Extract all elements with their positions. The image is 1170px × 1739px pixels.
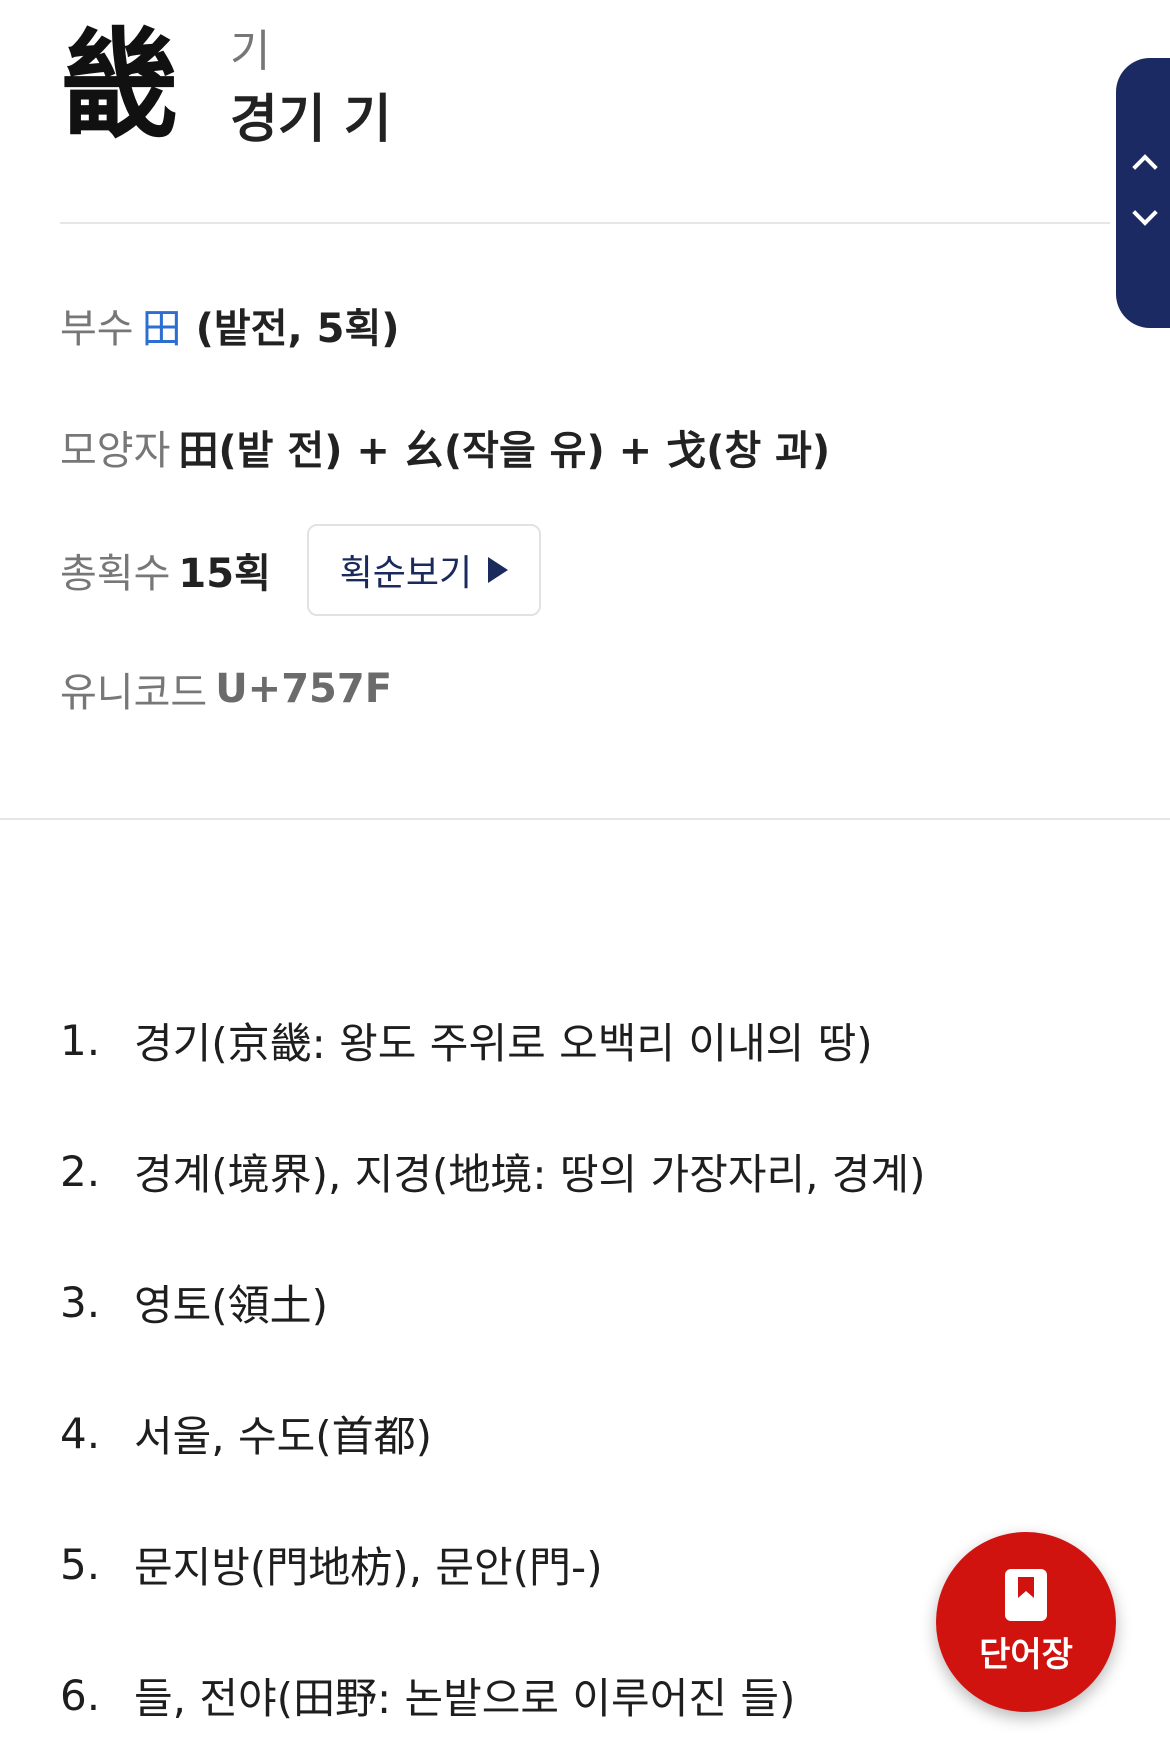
entry-header: 畿 기 경기 기 — [60, 20, 1110, 220]
radical-detail: (밭전, 5획) — [195, 306, 400, 352]
section-divider — [0, 818, 1170, 820]
strokes-label: 총획수 — [60, 551, 171, 597]
vocab-book-button[interactable]: 단어장 — [936, 1532, 1116, 1712]
meaning-number: 1. — [60, 1016, 101, 1065]
radical-link[interactable]: 田 — [142, 296, 182, 354]
shape-value: 田(밭 전) + 幺(작을 유) + 戈(창 과) — [178, 428, 831, 474]
shape-row: 모양자 田(밭 전) + 幺(작을 유) + 戈(창 과) — [60, 418, 830, 476]
meaning-text: 서울, 수도(首都) — [134, 1412, 433, 1461]
hanja-character: 畿 — [60, 16, 179, 154]
meaning-text: 문지방(門地枋), 문안(門-) — [134, 1543, 603, 1592]
list-item: 1. 경기(京畿: 왕도 주위로 오백리 이내의 땅) — [60, 975, 1110, 1106]
header-divider — [60, 222, 1110, 224]
radical-label: 부수 — [60, 306, 134, 352]
strokes-row: 총획수 15획 획순보기 — [60, 524, 541, 616]
hanja-detail-page: 畿 기 경기 기 부수 田 (밭전, 5획) 모양자 田(밭 전) + 幺(작을… — [0, 0, 1170, 1739]
radical-row: 부수 田 (밭전, 5획) — [60, 296, 400, 354]
meaning-text: 경계(境界), 지경(地境: 땅의 가장자리, 경계) — [134, 1150, 926, 1199]
unicode-row: 유니코드 U+757F — [60, 660, 392, 718]
meaning-number: 4. — [60, 1409, 101, 1458]
play-icon — [488, 557, 509, 583]
meaning-text: 들, 전야(田野: 논밭으로 이루어진 들) — [134, 1674, 796, 1723]
hanja-meaning: 경기 기 — [230, 90, 392, 150]
unicode-value: U+757F — [215, 666, 393, 712]
meaning-number: 6. — [60, 1671, 101, 1720]
meaning-text: 영토(領土) — [134, 1281, 329, 1330]
strokes-value: 15획 — [178, 551, 271, 597]
hanja-reading: 기 — [230, 26, 271, 77]
meaning-text: 경기(京畿: 왕도 주위로 오백리 이내의 땅) — [134, 1019, 873, 1068]
list-item: 2. 경계(境界), 지경(地境: 땅의 가장자리, 경계) — [60, 1106, 1110, 1237]
shape-label: 모양자 — [60, 428, 171, 474]
list-item: 4. 서울, 수도(首都) — [60, 1368, 1110, 1499]
chevron-down-icon[interactable] — [1132, 200, 1158, 226]
meaning-number: 2. — [60, 1147, 101, 1196]
stroke-order-label: 획순보기 — [339, 553, 473, 594]
bookmark-icon — [1005, 1569, 1047, 1621]
list-item: 3. 영토(領土) — [60, 1237, 1110, 1368]
vocab-book-label: 단어장 — [979, 1635, 1073, 1675]
scroll-nav — [1116, 58, 1170, 328]
meaning-number: 3. — [60, 1278, 101, 1327]
chevron-up-icon[interactable] — [1132, 154, 1158, 180]
stroke-order-button[interactable]: 획순보기 — [306, 524, 541, 616]
meaning-number: 5. — [60, 1540, 101, 1589]
unicode-label: 유니코드 — [60, 670, 208, 716]
